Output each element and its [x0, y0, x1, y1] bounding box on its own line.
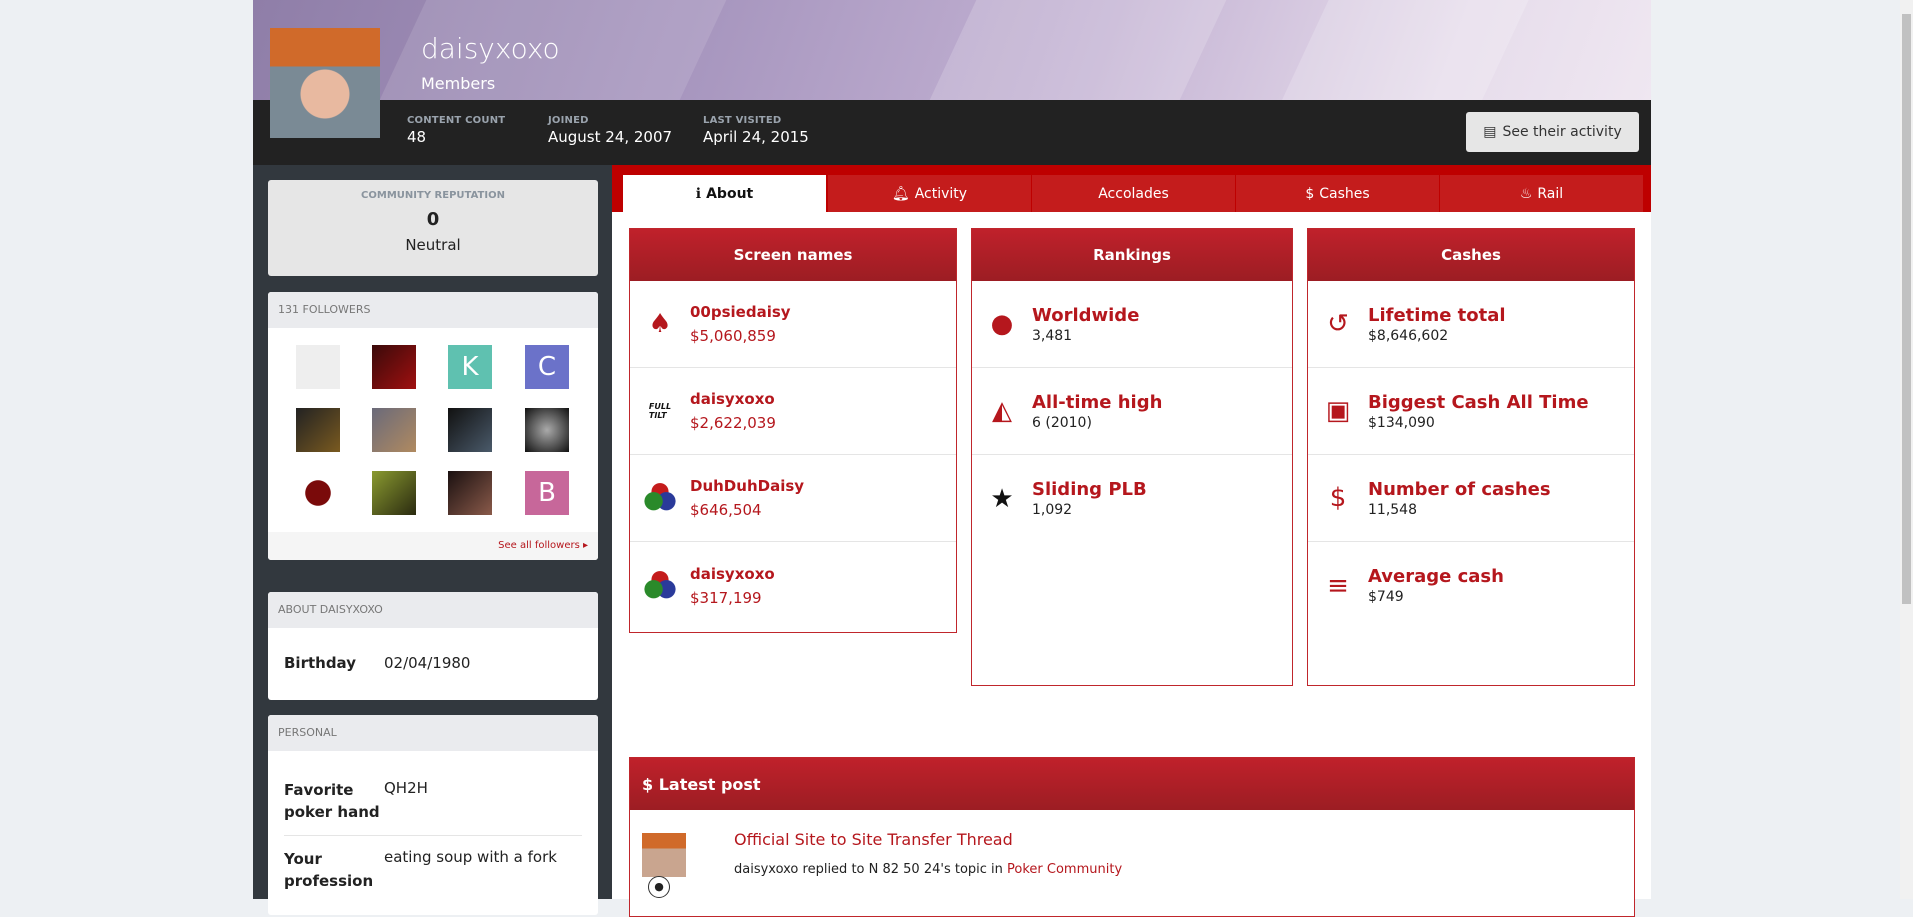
follower-avatar[interactable] [372, 408, 416, 452]
follower-avatar[interactable] [296, 408, 340, 452]
cake-icon: ♨ [1519, 185, 1533, 202]
list-item[interactable]: ♠ 00psiedaisy $5,060,859 [630, 281, 956, 368]
list-item[interactable]: FULL TILT daisyxoxo $2,622,039 [630, 368, 956, 455]
profile-name: daisyxoxo [421, 32, 560, 65]
tab-rail[interactable]: ♨ Rail [1440, 175, 1643, 212]
newspaper-icon: ▤ [1483, 124, 1497, 140]
history-icon: ↺ [1327, 309, 1349, 339]
follower-avatar[interactable]: K [448, 345, 492, 389]
tab-cashes[interactable]: $ Cashes [1236, 175, 1439, 212]
post-author-avatar[interactable] [642, 833, 686, 877]
area-chart-icon: ◭ [992, 396, 1012, 426]
info-icon: ℹ [695, 185, 702, 202]
follower-avatar[interactable] [372, 471, 416, 515]
follower-avatar[interactable]: C [525, 345, 569, 389]
profile-group: Members [421, 74, 496, 93]
list-item[interactable]: daisyxoxo $317,199 [630, 542, 956, 629]
bell-icon: 🔔︎ [891, 185, 910, 202]
tab-accolades[interactable]: Accolades [1032, 175, 1235, 212]
follower-avatar[interactable] [448, 471, 492, 515]
scrollbar[interactable] [1900, 0, 1913, 899]
about-card: ABOUT DAISYXOXO Birthday 02/04/1980 [268, 592, 598, 700]
money-bill-icon: ▣ [1325, 396, 1351, 426]
see-all-followers-link[interactable]: See all followers ▸ [268, 532, 598, 560]
stat-last-visited: LAST VISITED April 24, 2015 [703, 115, 809, 146]
follower-avatar[interactable] [296, 345, 340, 389]
see-activity-button[interactable]: ▤ See their activity [1466, 112, 1639, 152]
screen-names-panel: Screen names ♠ 00psiedaisy $5,060,859 FULL… [629, 228, 957, 633]
personal-card: PERSONAL Favorite poker hand QH2H Your pr… [268, 715, 598, 915]
chips-icon [644, 569, 676, 602]
pokerstars-icon: ♠ [648, 309, 672, 339]
latest-post-panel: $ Latest post ● Official Site to Site Tr… [629, 757, 1635, 917]
stat-joined: JOINED August 24, 2007 [548, 115, 673, 146]
list-item[interactable]: DuhDuhDaisy $646,504 [630, 455, 956, 542]
cashes-panel: Cashes ↺ Lifetime total $8,646,602 ▣ Bigges… [1307, 228, 1635, 686]
stat-content-count: CONTENT COUNT 48 [407, 115, 506, 146]
post-meta: daisyxoxo replied to N 82 50 24's topic … [734, 862, 1123, 877]
dollar-icon: $ [1329, 483, 1347, 513]
follower-avatar[interactable] [372, 345, 416, 389]
follower-avatar[interactable] [296, 471, 340, 515]
reputation-level: Neutral [405, 236, 461, 254]
tab-about[interactable]: ℹ About [623, 175, 826, 212]
profile-avatar [270, 28, 380, 138]
comment-icon: ● [648, 876, 670, 898]
follower-avatar[interactable]: B [525, 471, 569, 515]
forum-link[interactable]: Poker Community [1007, 862, 1122, 877]
tab-activity[interactable]: 🔔︎ Activity [828, 175, 1031, 212]
post-title-link[interactable]: Official Site to Site Transfer Thread [734, 830, 1013, 849]
dollar-icon: $ [1305, 185, 1315, 202]
globe-icon: ● [990, 309, 1014, 339]
follower-avatar[interactable] [525, 408, 569, 452]
chips-icon [644, 482, 676, 514]
reputation-card: COMMUNITY REPUTATION 0 Neutral [268, 180, 598, 276]
rankings-panel: Rankings ● Worldwide 3,481 ◭ All-time high 6… [971, 228, 1293, 686]
star-icon: ★ [990, 483, 1014, 514]
align-center-icon: ≡ [1327, 570, 1349, 601]
follower-avatar[interactable] [448, 408, 492, 452]
reputation-value: 0 [426, 209, 440, 230]
full-tilt-logo-icon: FULL TILT [648, 402, 672, 420]
